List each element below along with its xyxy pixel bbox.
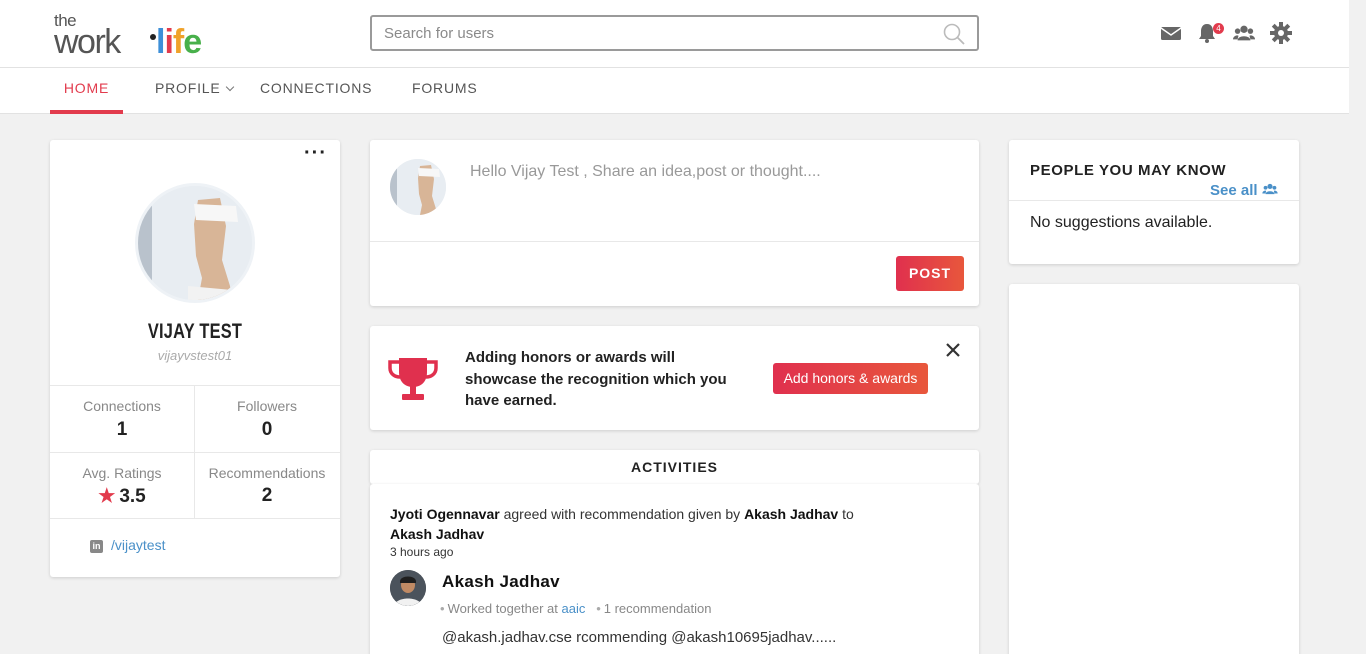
linkedin-handle: /vijaytest xyxy=(111,537,166,553)
stat-followers-label: Followers xyxy=(237,398,297,414)
logo-life: life xyxy=(156,23,202,61)
linkedin-icon: in xyxy=(90,540,103,553)
stat-recommendations-value[interactable]: 2 xyxy=(195,485,339,507)
people-you-may-know-title: PEOPLE YOU MAY KNOW xyxy=(1030,162,1227,179)
scrollbar[interactable] xyxy=(1349,0,1366,654)
trophy-icon xyxy=(388,358,438,400)
tab-forums[interactable]: FORUMS xyxy=(412,68,477,114)
notification-badge: 4 xyxy=(1213,23,1224,34)
activities-title: ACTIVITIES xyxy=(630,459,718,475)
activity-body: @akash.jadhav.cse rcommending @akash1069… xyxy=(442,629,837,646)
activity-meta: • Worked together at aaic • 1 recommendati… xyxy=(440,601,711,616)
more-options-icon[interactable]: ··· xyxy=(304,143,327,163)
meta-recommendations: 1 recommendation xyxy=(603,601,712,616)
ratings-number: 3.5 xyxy=(119,486,146,507)
profile-avatar[interactable] xyxy=(135,183,255,303)
tab-profile-label: PROFILE xyxy=(155,80,221,96)
stat-connections-label: Connections xyxy=(83,398,161,414)
see-all-label: See all xyxy=(1210,182,1258,199)
tab-forums-label: FORUMS xyxy=(412,80,478,96)
tab-connections[interactable]: CONNECTIONS xyxy=(260,68,372,114)
honors-message: Adding honors or awards will showcase th… xyxy=(465,349,727,409)
stat-ratings-label: Avg. Ratings xyxy=(82,465,162,481)
header: the work life 4 xyxy=(0,0,1349,68)
add-honors-button[interactable]: Add honors & awards xyxy=(773,363,928,394)
divider xyxy=(50,518,340,519)
mail-icon[interactable] xyxy=(1160,22,1182,44)
activity-receiver[interactable]: Akash Jadhav xyxy=(390,526,484,542)
meta-prefix: Worked together at xyxy=(447,601,562,616)
profile-name: VIJAY TEST xyxy=(147,320,243,343)
search-input[interactable] xyxy=(372,17,932,49)
tab-connections-label: CONNECTIONS xyxy=(260,80,373,96)
activity-timestamp: 3 hours ago xyxy=(390,545,454,559)
tab-profile[interactable]: PROFILE xyxy=(155,68,234,114)
post-input[interactable]: Hello Vijay Test , Share an idea,post or… xyxy=(470,163,821,181)
activity-actor[interactable]: Jyoti Ogennavar xyxy=(390,506,500,522)
stat-connections-value[interactable]: 1 xyxy=(50,419,194,441)
see-all-link[interactable]: See all xyxy=(1210,182,1278,199)
divider xyxy=(1009,200,1299,201)
logo-work: work xyxy=(54,23,121,61)
users-icon xyxy=(1262,183,1278,195)
activity-verb: agreed with recommendation given by xyxy=(499,506,745,522)
divider xyxy=(50,452,340,453)
profile-username: vijayvstest01 xyxy=(157,348,233,363)
star-icon: ★ xyxy=(98,486,116,507)
activity-avatar[interactable] xyxy=(390,570,426,606)
stat-followers-value[interactable]: 0 xyxy=(195,419,339,441)
company-link[interactable]: aaic xyxy=(562,601,586,616)
close-icon[interactable] xyxy=(944,341,962,359)
activity-to: to xyxy=(838,506,854,522)
tab-home[interactable]: HOME xyxy=(50,68,123,114)
divider xyxy=(370,241,979,242)
search-box xyxy=(370,15,979,51)
users-icon[interactable] xyxy=(1233,22,1255,44)
composer-avatar xyxy=(390,159,446,215)
main-nav: HOME PROFILE CONNECTIONS FORUMS xyxy=(0,68,1349,114)
bullet-icon: • xyxy=(440,601,445,616)
no-suggestions-message: No suggestions available. xyxy=(1030,214,1213,231)
linkedin-link[interactable]: in/vijaytest xyxy=(90,537,165,553)
gear-icon[interactable] xyxy=(1270,22,1292,44)
post-button[interactable]: POST xyxy=(896,256,964,291)
tab-home-label: HOME xyxy=(63,80,110,96)
active-tab-indicator xyxy=(50,110,123,114)
stat-recommendations-label: Recommendations xyxy=(208,465,326,481)
activity-person-name[interactable]: Akash Jadhav xyxy=(442,572,560,592)
search-icon[interactable] xyxy=(943,23,965,45)
stat-ratings-value[interactable]: ★ 3.5 xyxy=(50,485,194,508)
thework-life-logo[interactable]: the work life xyxy=(54,12,214,61)
activity-giver[interactable]: Akash Jadhav xyxy=(744,506,838,522)
activity-description: Jyoti Ogennavar agreed with recommendati… xyxy=(390,505,950,544)
divider xyxy=(50,385,340,386)
right-sidebar-card xyxy=(1009,284,1299,654)
chevron-down-icon xyxy=(225,82,234,92)
bullet-icon: • xyxy=(596,601,601,616)
people-you-may-know-card xyxy=(1009,140,1299,264)
